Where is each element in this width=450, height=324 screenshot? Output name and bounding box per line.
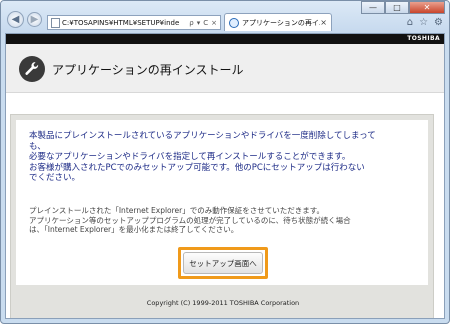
brand-bar: TOSHIBA [6, 34, 444, 44]
refresh-icon[interactable]: C [203, 19, 208, 27]
note-line: プレインストールされた「Internet Explorer」でのみ動作保証をさせ… [29, 206, 324, 215]
page-viewport: TOSHIBA アプリケーションの再インストール 本製品にプレインストールされて… [5, 33, 445, 319]
page-header: アプリケーションの再インストール [6, 44, 444, 93]
back-button[interactable]: ◀ [7, 11, 24, 28]
minimize-button[interactable]: — [361, 1, 385, 14]
tab-title: アプリケーションの再イ... [242, 18, 321, 27]
dropdown-icon[interactable]: ▾ [197, 19, 201, 27]
message-line: も、 [29, 141, 46, 152]
message-line: 必要なアプリケーションやドライバを指定して再インストールすることができます。 [29, 152, 351, 162]
arrow-right-icon: ▶ [30, 14, 39, 25]
toolbar-icons: ⌂ ☆ ⚙ [407, 17, 443, 28]
message-line: 本製品にプレインストールされているアプリケーションやドライバを一度削除してしまっ… [29, 131, 376, 141]
tab-close-button[interactable]: × [320, 18, 331, 27]
stop-icon[interactable]: × [211, 19, 217, 27]
copyright-text: Copyright (C) 1999-2011 TOSHIBA Corporat… [146, 299, 300, 307]
tools-icon[interactable]: ⚙ [434, 17, 443, 28]
page-icon [51, 17, 60, 28]
address-bar[interactable]: C:¥TOSAPINS¥HTML¥SETUP¥inde ρ ▾ C × [47, 15, 221, 30]
message-line: お客様が購入されたPCでのみセットアップ可能です。他のPCにセットアップは行わな… [29, 162, 365, 173]
message-line: でください。 [29, 173, 81, 183]
page-title: アプリケーションの再インストール [52, 63, 244, 77]
home-icon[interactable]: ⌂ [407, 17, 413, 28]
maximize-button[interactable]: □ [385, 1, 409, 14]
content-area: 本製品にプレインストールされているアプリケーションやドライバを一度削除してしまっ… [10, 114, 434, 318]
arrow-left-icon: ◀ [11, 14, 20, 25]
browser-chrome: — □ ✕ ◀ ▶ C:¥TOSAPINS¥HTML¥SETUP¥inde ρ … [1, 1, 449, 33]
address-text[interactable]: C:¥TOSAPINS¥HTML¥SETUP¥inde [62, 19, 189, 27]
toshiba-logo: TOSHIBA [407, 35, 440, 42]
window-controls: — □ ✕ [361, 1, 445, 14]
favorites-icon[interactable]: ☆ [419, 17, 428, 28]
setup-screen-button[interactable]: セットアップ画面へ [183, 252, 263, 274]
browser-tab[interactable]: アプリケーションの再イ... × [224, 13, 332, 31]
wrench-icon [19, 56, 45, 82]
browser-window: — □ ✕ ◀ ▶ C:¥TOSAPINS¥HTML¥SETUP¥inde ρ … [0, 0, 450, 324]
ie-icon [229, 17, 239, 28]
close-window-button[interactable]: ✕ [409, 1, 445, 14]
address-actions: ρ ▾ C × [189, 19, 220, 27]
ie-note: プレインストールされた「Internet Explorer」でのみ動作保証をさせ… [29, 206, 419, 235]
forward-button[interactable]: ▶ [27, 12, 42, 27]
content-panel: 本製品にプレインストールされているアプリケーションやドライバを一度削除してしまっ… [16, 120, 428, 285]
note-line: は、「Internet Explorer」を最小化または終了してください。 [29, 225, 239, 234]
note-line: アプリケーション等のセットアッププログラムの処理が完了しているのに、待ち状態が続… [29, 215, 351, 225]
search-icon[interactable]: ρ [189, 19, 193, 27]
setup-button-highlight: セットアップ画面へ [178, 247, 268, 279]
main-message: 本製品にプレインストールされているアプリケーションやドライバを一度削除してしまっ… [29, 131, 411, 184]
